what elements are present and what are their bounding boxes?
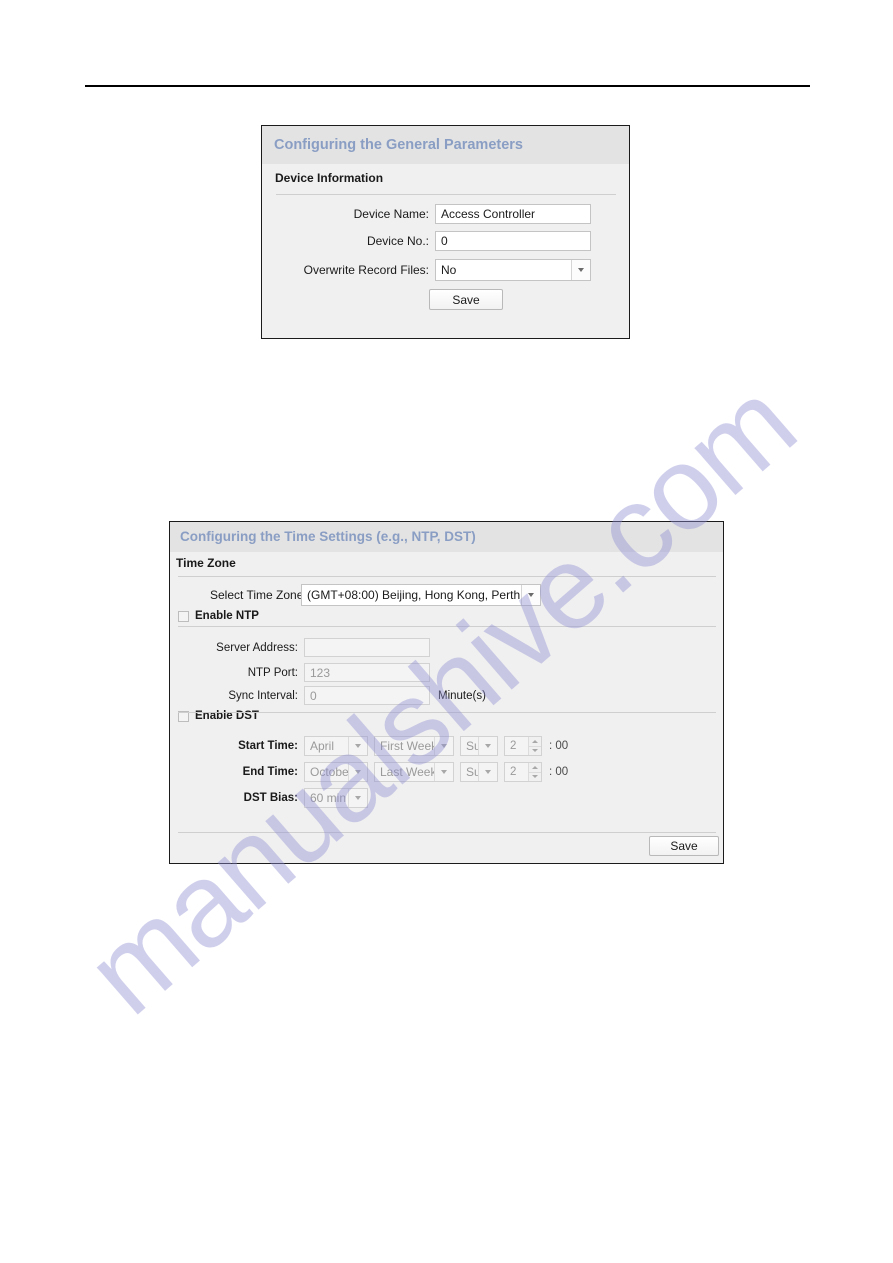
dst-start-minute-suffix: : 00 xyxy=(549,740,569,752)
ntp-port-row: NTP Port: 123 xyxy=(210,663,430,682)
dst-end-week-select[interactable]: Last Week xyxy=(374,762,454,782)
server-address-input[interactable] xyxy=(304,638,430,657)
dst-bias-select[interactable]: 60 min xyxy=(304,788,368,808)
dst-start-time-label: Start Time: xyxy=(238,740,298,752)
dst-end-hour-value: 2 xyxy=(510,766,517,778)
dst-bias-value: 60 min xyxy=(310,791,347,805)
chevron-down-icon[interactable] xyxy=(478,763,497,781)
time-settings-panel: Configuring the Time Settings (e.g., NTP… xyxy=(169,521,724,864)
section-divider xyxy=(178,712,716,713)
chevron-down-icon[interactable] xyxy=(521,585,540,605)
select-time-zone-value: (GMT+08:00) Beijing, Hong Kong, Perth, S… xyxy=(307,588,521,602)
general-panel-title: Configuring the General Parameters xyxy=(262,126,629,164)
dst-end-minute-suffix: : 00 xyxy=(549,766,569,778)
time-panel-title-sub: (e.g., NTP, DST) xyxy=(376,529,476,544)
select-time-zone-row: Select Time Zone: (GMT+08:00) Beijing, H… xyxy=(210,584,541,606)
server-address-row: Server Address: xyxy=(210,638,430,657)
enable-ntp-checkbox[interactable] xyxy=(178,610,189,622)
stepper-buttons[interactable] xyxy=(528,737,541,755)
enable-ntp-label: Enable NTP xyxy=(195,610,259,622)
time-panel-title: Configuring the Time Settings (e.g., NTP… xyxy=(170,522,723,552)
chevron-down-icon[interactable] xyxy=(434,737,453,755)
chevron-down-icon[interactable] xyxy=(348,763,367,781)
dst-end-month-select[interactable]: October xyxy=(304,762,368,782)
stepper-up-icon[interactable] xyxy=(528,737,541,746)
dst-bias-label: DST Bias: xyxy=(243,792,298,804)
server-address-label: Server Address: xyxy=(216,641,298,654)
chevron-down-icon[interactable] xyxy=(348,789,367,807)
time-settings-save-button[interactable]: Save xyxy=(649,836,719,856)
section-divider xyxy=(178,626,716,627)
dst-end-day-select[interactable]: Sun xyxy=(460,762,498,782)
device-name-input[interactable]: Access Controller xyxy=(435,204,591,224)
device-no-input[interactable]: 0 xyxy=(435,231,591,251)
stepper-up-icon[interactable] xyxy=(528,763,541,772)
section-divider xyxy=(178,576,716,577)
stepper-down-icon[interactable] xyxy=(528,771,541,781)
select-time-zone-select[interactable]: (GMT+08:00) Beijing, Hong Kong, Perth, S… xyxy=(301,584,541,606)
dst-bias-row: DST Bias: 60 min xyxy=(210,788,368,808)
sync-interval-input[interactable]: 0 xyxy=(304,686,430,705)
dst-end-hour-stepper[interactable]: 2 xyxy=(504,762,542,782)
overwrite-record-files-label: Overwrite Record Files: xyxy=(303,263,429,277)
device-no-row: Device No.: 0 xyxy=(276,231,591,251)
dst-end-time-label: End Time: xyxy=(242,766,298,778)
general-parameters-panel: Configuring the General Parameters Devic… xyxy=(261,125,630,339)
ntp-port-label: NTP Port: xyxy=(247,666,298,679)
dst-start-hour-stepper[interactable]: 2 xyxy=(504,736,542,756)
time-zone-section-label: Time Zone xyxy=(176,556,236,570)
dst-start-time-row: Start Time: April First Week Sun 2 : 00 xyxy=(210,736,568,756)
dst-start-day-value: Sun xyxy=(466,739,478,753)
enable-ntp-checkbox-row[interactable]: Enable NTP xyxy=(178,610,259,622)
sync-interval-label: Sync Interval: xyxy=(228,689,298,702)
section-divider xyxy=(276,194,616,195)
device-name-label: Device Name: xyxy=(353,207,429,221)
general-save-button[interactable]: Save xyxy=(429,289,503,310)
stepper-down-icon[interactable] xyxy=(528,745,541,755)
chevron-down-icon[interactable] xyxy=(571,260,590,280)
dst-end-day-value: Sun xyxy=(466,765,478,779)
device-no-label: Device No.: xyxy=(366,234,429,248)
device-information-section-label: Device Information xyxy=(275,171,384,185)
time-panel-title-main: Configuring the Time Settings xyxy=(180,529,373,544)
dst-start-week-select[interactable]: First Week xyxy=(374,736,454,756)
chevron-down-icon[interactable] xyxy=(478,737,497,755)
overwrite-record-files-value: No xyxy=(441,263,457,277)
page-header-rule xyxy=(85,85,810,87)
overwrite-record-files-select[interactable]: No xyxy=(435,259,591,281)
select-time-zone-label: Select Time Zone: xyxy=(210,588,307,602)
dst-end-week-value: Last Week xyxy=(380,765,434,779)
dst-start-day-select[interactable]: Sun xyxy=(460,736,498,756)
dst-end-time-row: End Time: October Last Week Sun 2 : 00 xyxy=(210,762,568,782)
footer-divider xyxy=(178,832,716,833)
dst-start-month-select[interactable]: April xyxy=(304,736,368,756)
sync-interval-unit-label: Minute(s) xyxy=(438,689,486,702)
chevron-down-icon[interactable] xyxy=(348,737,367,755)
chevron-down-icon[interactable] xyxy=(434,763,453,781)
overwrite-record-files-row: Overwrite Record Files: No xyxy=(276,259,591,281)
dst-end-month-value: October xyxy=(310,765,348,779)
dst-start-week-value: First Week xyxy=(380,739,434,753)
stepper-buttons[interactable] xyxy=(528,763,541,781)
device-name-row: Device Name: Access Controller xyxy=(276,204,591,224)
dst-start-hour-value: 2 xyxy=(510,740,517,752)
dst-start-month-value: April xyxy=(310,739,335,753)
sync-interval-row: Sync Interval: 0 Minute(s) xyxy=(210,686,486,705)
ntp-port-input[interactable]: 123 xyxy=(304,663,430,682)
